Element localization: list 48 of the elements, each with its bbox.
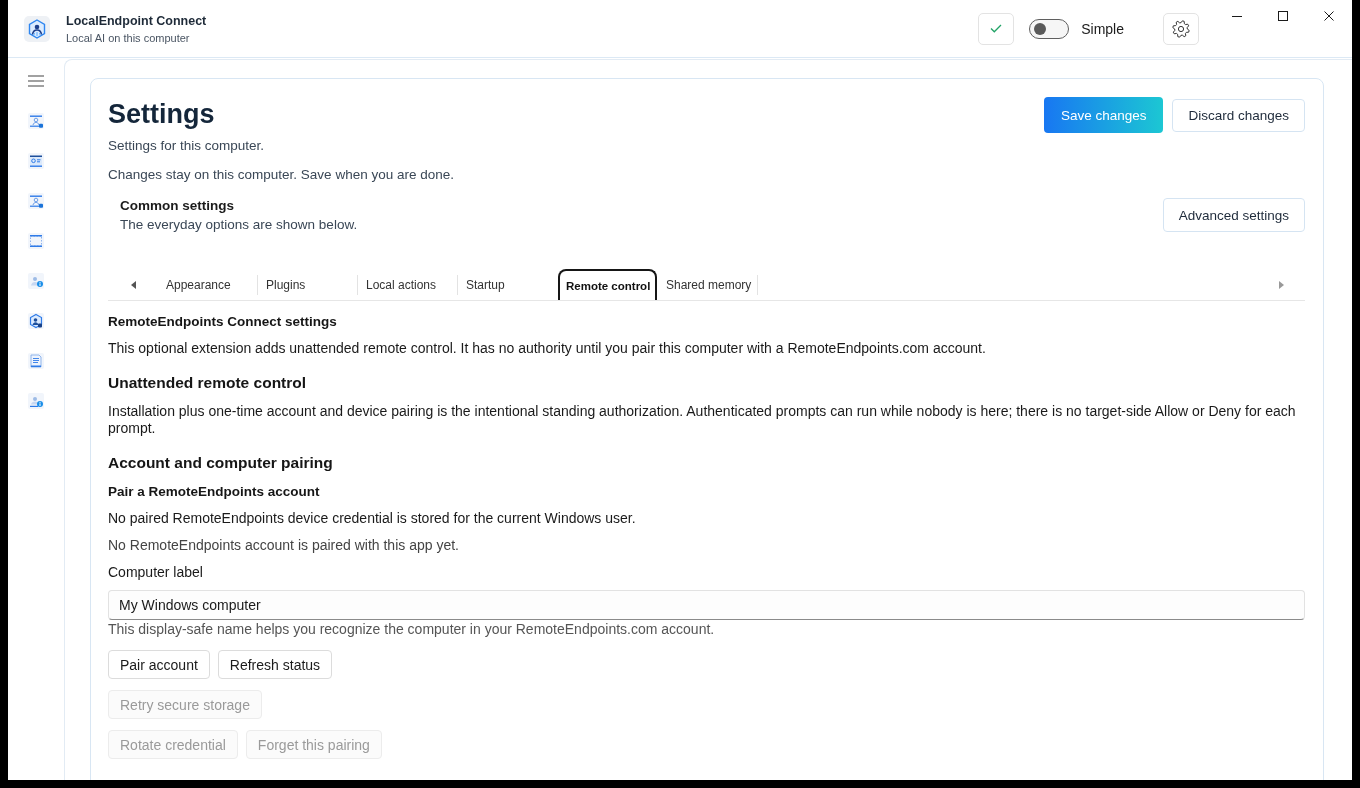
settings-button[interactable] [1163,12,1199,45]
action-button[interactable]: Pair account [108,650,210,679]
check-button[interactable] [978,12,1015,45]
tab[interactable]: Plugins [258,269,357,300]
secondary-button[interactable]: Discard changes [1172,98,1305,132]
person-info-icon[interactable] [28,393,44,409]
field-hint: This display-safe name helps you recognize the computer in your RemoteEndpoints.com account. [108,620,716,639]
tab[interactable]: Startup [458,269,557,300]
frame-icon[interactable] [28,233,44,249]
screen-person-icon[interactable] [28,113,44,129]
status-text: No RemoteEndpoints account is paired with this app yet. [108,536,460,555]
page-note: Changes stay on this computer. Save when you are done. [108,166,455,184]
toggle-label: Simple [1081,20,1124,37]
maximize-icon [1278,11,1288,21]
person-info-icon[interactable] [28,273,44,289]
field-label: Computer label [108,563,204,582]
screen-gear-icon[interactable] [28,153,44,169]
app-subtitle: Local AI on this computer [66,30,191,45]
app-logo-icon [24,15,50,42]
toggle-switch[interactable] [1029,18,1070,39]
tab[interactable]: Local actions [358,269,457,300]
document-icon[interactable] [28,353,44,369]
menu-icon[interactable] [28,75,44,87]
page-subtitle: Settings for this computer. [108,137,266,155]
paragraph: No paired RemoteEndpoints device credential is stored for the current Windows user. [108,509,637,528]
app-title: LocalEndpoint Connect [66,12,207,29]
paragraph: This optional extension adds unattended remote control. It has no authority until you pair this computer with a RemoteEndpoints.com account. [108,339,987,358]
paragraph: Installation plus one-time account and device pairing is the intentional standing authorization. Authenticated prompts can run while nobody is here; there is no target-side Allow or Deny for each prompt. [108,402,1297,438]
action-button[interactable]: Refresh status [217,650,333,679]
close-icon [1324,11,1334,21]
settings-icon [1172,19,1190,38]
tab[interactable]: Appearance [158,269,257,300]
group-description: The everyday options are shown below. [120,216,359,234]
tab[interactable]: Remote control [558,269,657,300]
input-field[interactable]: My Windows computer [108,590,1305,620]
screen-person-icon[interactable] [28,193,44,209]
advanced-settings-button[interactable]: Advanced settings [1162,198,1305,232]
shield-person-icon[interactable] [28,313,44,329]
caret-left-icon[interactable] [130,280,136,289]
check-icon [990,24,1003,33]
section-subheading: RemoteEndpoints Connect settings [108,313,338,331]
group-title: Common settings [120,197,235,215]
section-heading: Unattended remote control [108,373,308,393]
section-heading: Account and computer pairing [108,453,334,473]
section-subheading: Pair a RemoteEndpoints account [108,483,321,501]
page-title: Settings [108,98,216,131]
tab[interactable]: Shared memory [658,269,757,300]
caret-right-icon[interactable] [1278,280,1284,289]
